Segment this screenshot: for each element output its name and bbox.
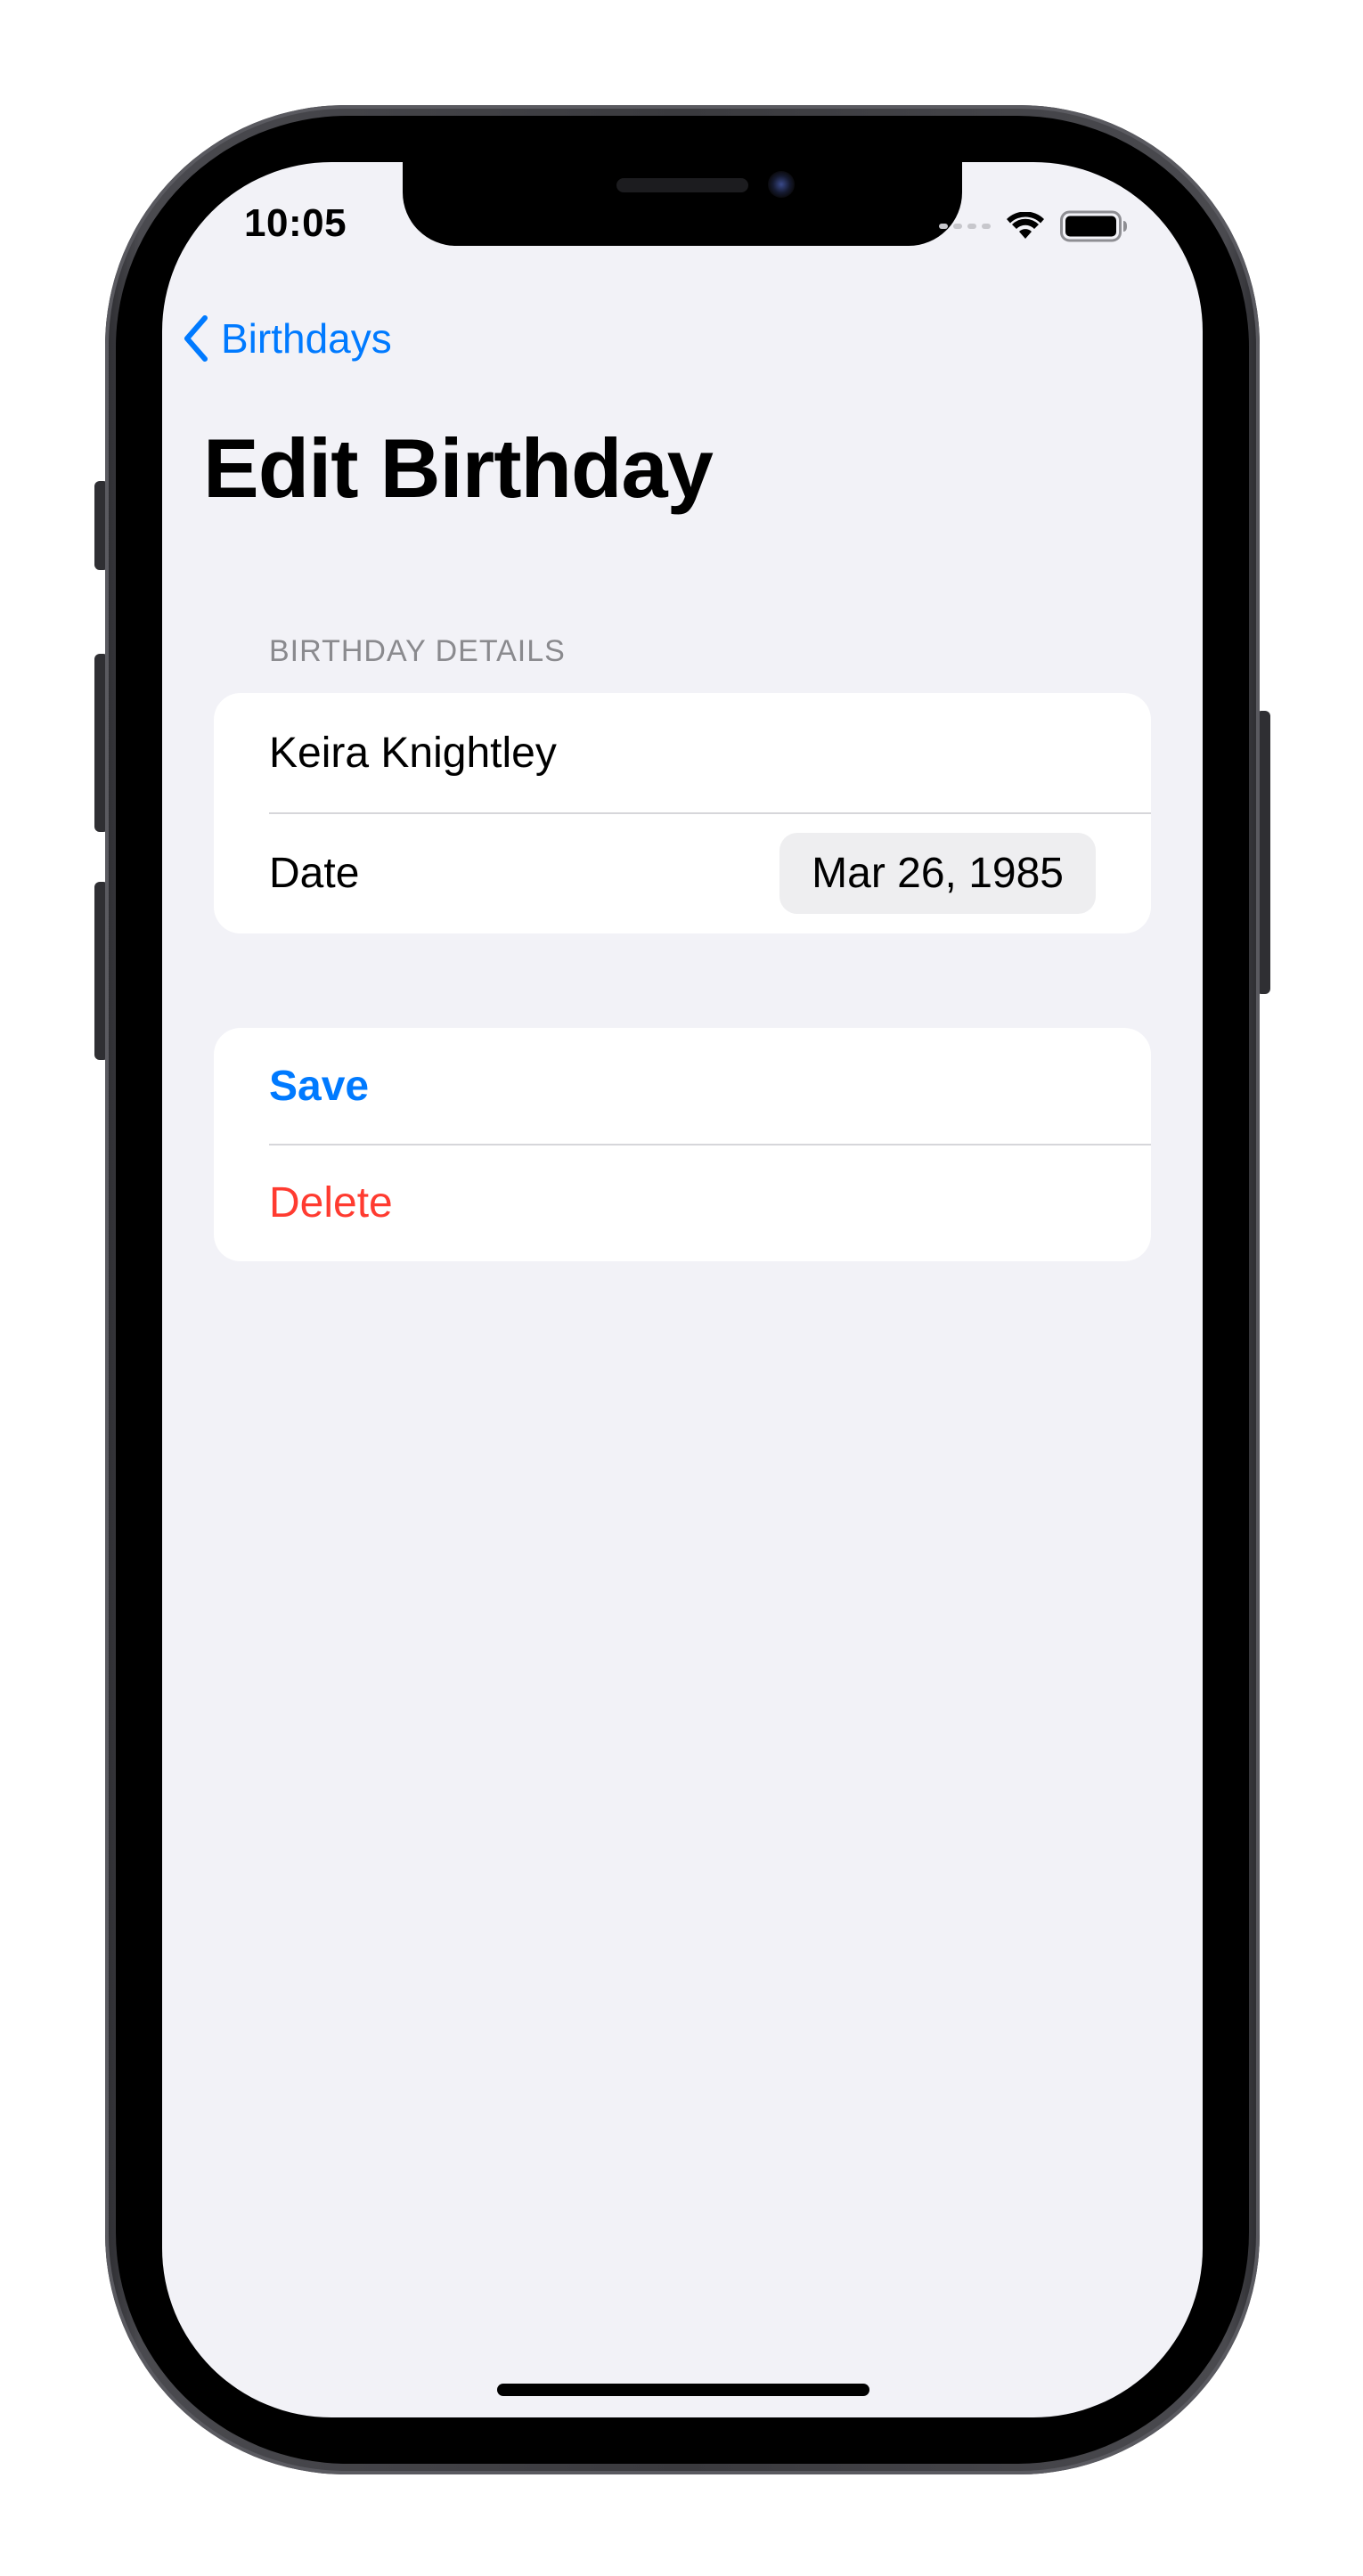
back-button-label: Birthdays	[221, 315, 392, 362]
delete-button[interactable]: Delete	[214, 1144, 1151, 1261]
date-picker-button[interactable]: Mar 26, 1985	[779, 832, 1096, 914]
front-camera	[768, 171, 795, 198]
section-header-birthday-details: BIRTHDAY DETAILS	[269, 634, 566, 668]
birthday-details-group: Date Mar 26, 1985	[214, 693, 1151, 933]
earpiece-speaker	[616, 178, 748, 192]
notch	[403, 162, 962, 246]
home-indicator[interactable]	[497, 2384, 869, 2396]
save-button[interactable]: Save	[214, 1028, 1151, 1144]
actions-group: Save Delete	[214, 1028, 1151, 1261]
name-row	[214, 693, 1151, 812]
status-icons	[939, 208, 1128, 244]
back-button[interactable]: Birthdays	[182, 312, 392, 365]
battery-icon	[1060, 210, 1127, 242]
cellular-signal-icon	[939, 224, 991, 229]
date-row: Date Mar 26, 1985	[214, 812, 1151, 933]
chevron-left-icon	[184, 315, 208, 362]
wifi-icon	[1007, 212, 1044, 239]
status-time: 10:05	[244, 201, 347, 245]
device-stage: 10:05 Birthdays Edit Birthday BIRTHDAY D…	[0, 0, 1363, 2576]
date-label: Date	[269, 849, 360, 897]
page-title: Edit Birthday	[203, 421, 714, 515]
app-screen: 10:05 Birthdays Edit Birthday BIRTHDAY D…	[162, 162, 1203, 2417]
name-field[interactable]	[269, 728, 1096, 778]
